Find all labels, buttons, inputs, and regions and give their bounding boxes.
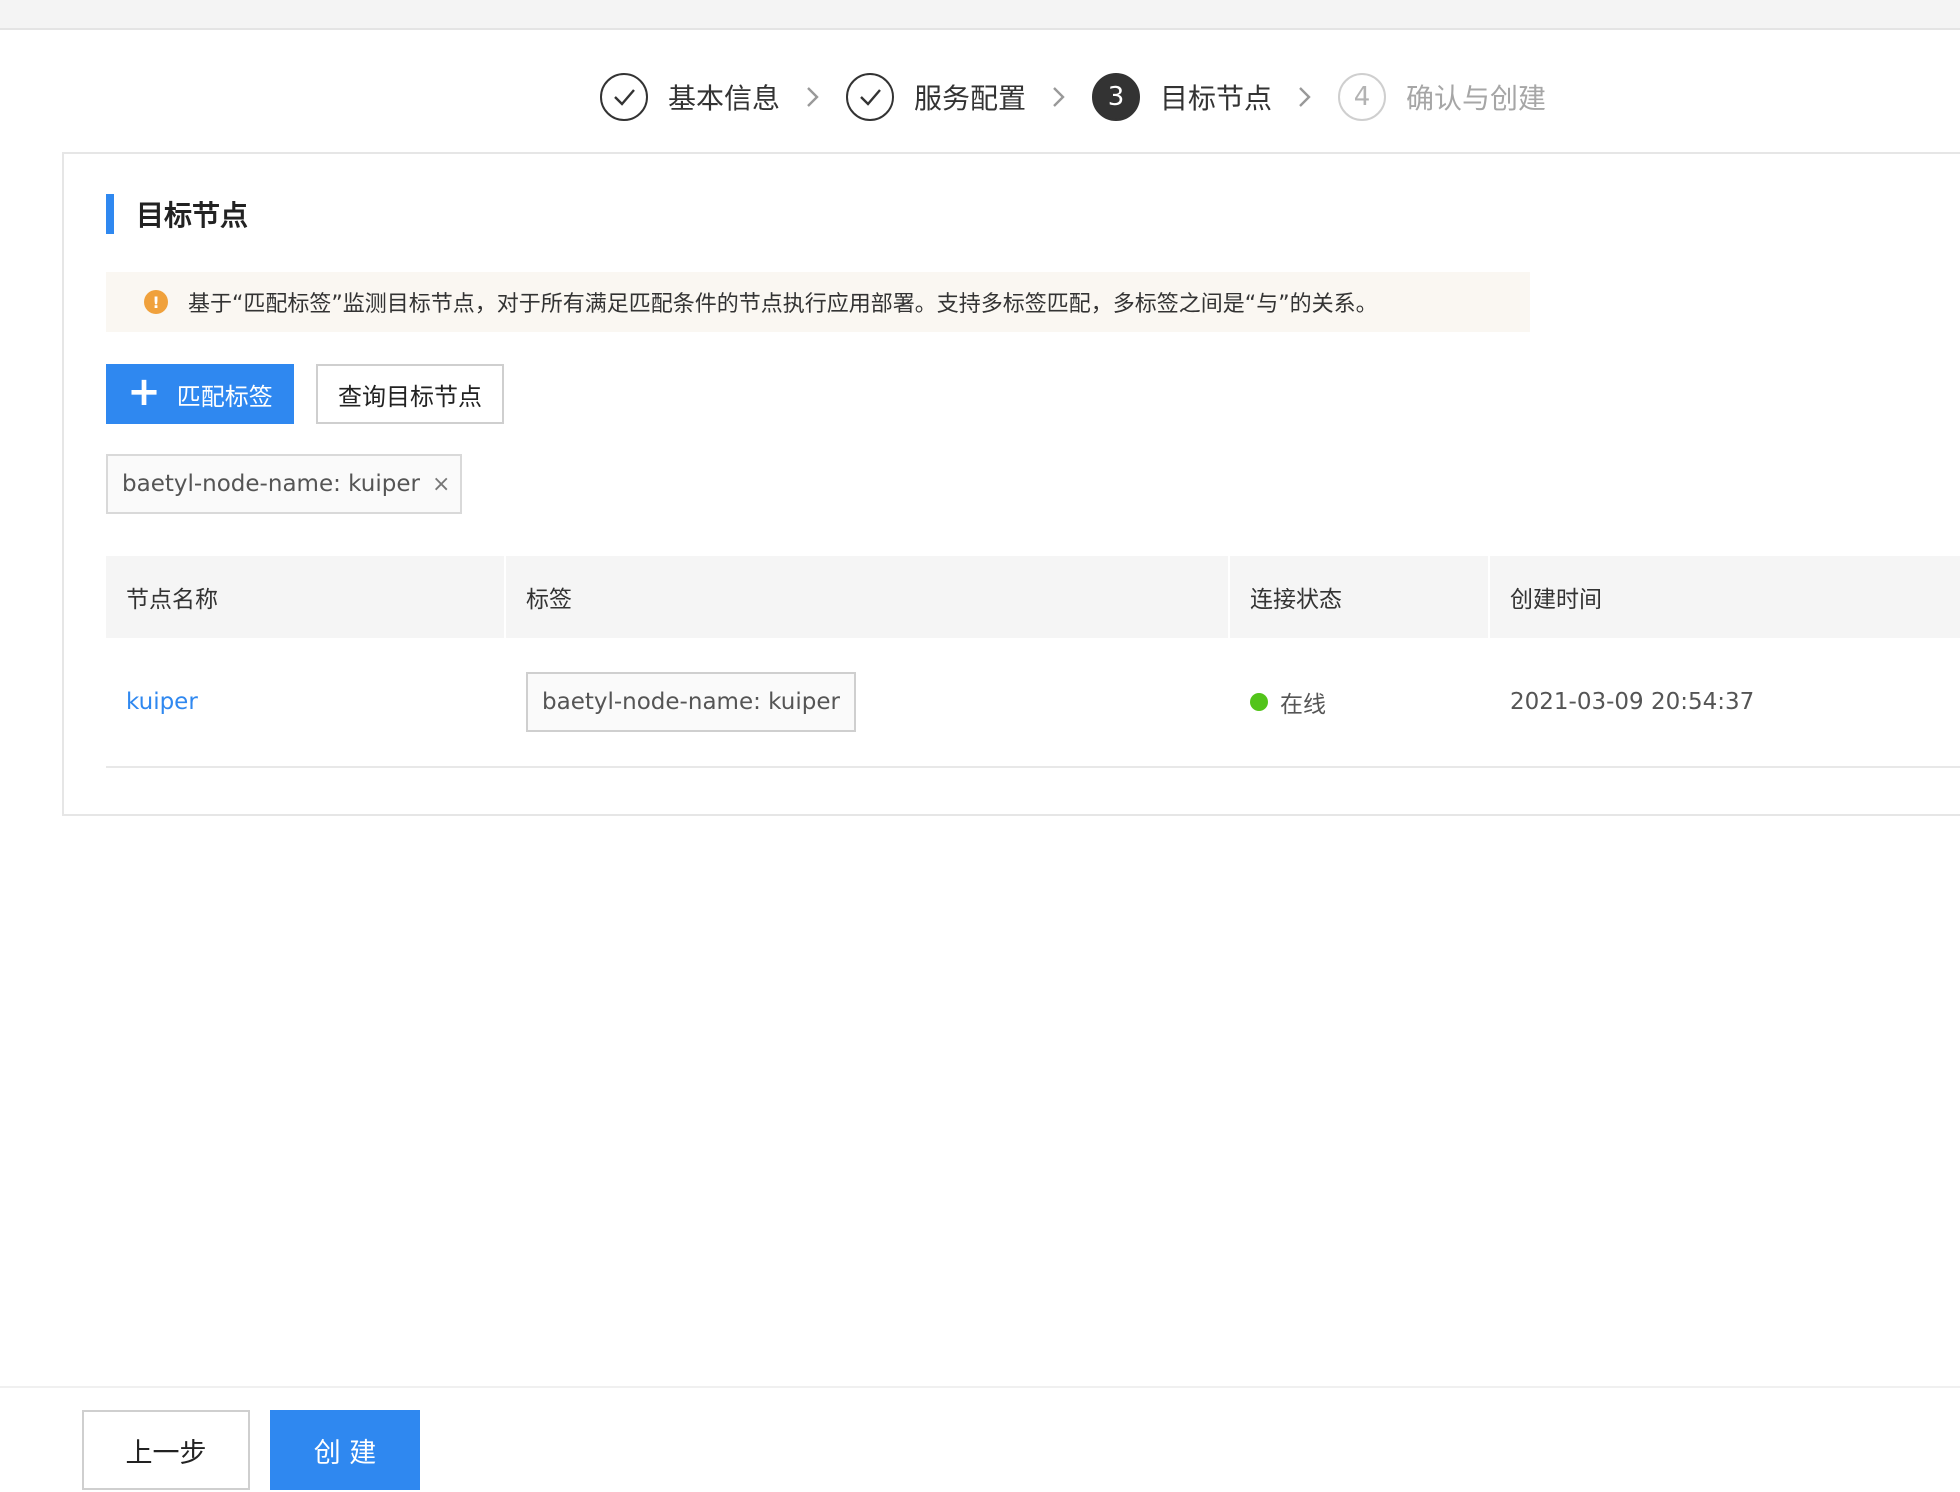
- step-confirm-create: 4 确认与创建: [1338, 73, 1546, 121]
- notice-banner: ! 基于“匹配标签”监测目标节点，对于所有满足匹配条件的节点执行应用部署。支持多…: [106, 272, 1530, 332]
- step-label: 目标节点: [1160, 82, 1273, 115]
- step-number: 4: [1338, 73, 1387, 121]
- column-header-created-time: 创建时间: [1490, 556, 1960, 638]
- step-target-node: 3 目标节点: [1092, 73, 1272, 121]
- column-header-node-name: 节点名称: [106, 556, 506, 638]
- chevron-right-icon: [802, 86, 824, 108]
- filter-tag: baetyl-node-name: kuiper ×: [106, 454, 462, 514]
- cell-created-time: 2021-03-09 20:54:37: [1490, 689, 1960, 715]
- step-basic-info: 基本信息: [600, 73, 780, 121]
- chevron-right-icon: [1048, 86, 1070, 108]
- warning-icon: !: [144, 290, 168, 314]
- add-match-label-text: 匹配标签: [176, 382, 273, 411]
- status-text: 在线: [1280, 692, 1326, 718]
- target-node-card: 目标节点 ! 基于“匹配标签”监测目标节点，对于所有满足匹配条件的节点执行应用部…: [62, 152, 1960, 816]
- step-indicator: 基本信息 服务配置 3 目标节点 4 确认与创建: [600, 72, 1546, 122]
- add-match-label-button[interactable]: + 匹配标签: [106, 364, 294, 424]
- column-header-tag: 标签: [506, 556, 1230, 638]
- step-number: 3: [1092, 73, 1141, 121]
- online-status-dot: [1250, 693, 1268, 711]
- node-name-link[interactable]: kuiper: [126, 689, 198, 715]
- footer-bar: 上一步 创 建: [0, 1386, 1960, 1492]
- step-service-config: 服务配置: [846, 73, 1026, 121]
- close-icon[interactable]: ×: [432, 472, 450, 497]
- node-tag: baetyl-node-name: kuiper: [526, 672, 856, 732]
- check-icon: [846, 73, 895, 121]
- table-header: 节点名称 标签 连接状态 创建时间: [106, 556, 1960, 638]
- previous-step-button[interactable]: 上一步: [82, 1410, 250, 1490]
- cell-tag: baetyl-node-name: kuiper: [506, 672, 1230, 732]
- column-header-status: 连接状态: [1230, 556, 1490, 638]
- section-accent-bar: [106, 194, 114, 234]
- step-label: 服务配置: [914, 82, 1027, 115]
- notice-text: 基于“匹配标签”监测目标节点，对于所有满足匹配条件的节点执行应用部署。支持多标签…: [188, 292, 1378, 317]
- top-bar: [0, 0, 1960, 30]
- step-label: 基本信息: [668, 82, 781, 115]
- cell-status: 在线: [1230, 685, 1490, 719]
- section-title: 目标节点: [136, 199, 249, 232]
- step-label: 确认与创建: [1406, 82, 1547, 115]
- created-time: 2021-03-09 20:54:37: [1510, 689, 1755, 715]
- section-header: 目标节点: [106, 194, 248, 234]
- create-button[interactable]: 创 建: [270, 1410, 420, 1490]
- query-target-node-button[interactable]: 查询目标节点: [316, 364, 504, 424]
- plus-icon: +: [127, 369, 161, 415]
- table-row: kuiper baetyl-node-name: kuiper 在线 2021-…: [106, 638, 1960, 768]
- filter-tag-text: baetyl-node-name: kuiper: [122, 471, 420, 497]
- check-icon: [600, 73, 648, 121]
- cell-node-name: kuiper: [106, 689, 506, 715]
- node-table: 节点名称 标签 连接状态 创建时间 kuiper baetyl-node-nam…: [106, 556, 1960, 768]
- chevron-right-icon: [1294, 86, 1316, 108]
